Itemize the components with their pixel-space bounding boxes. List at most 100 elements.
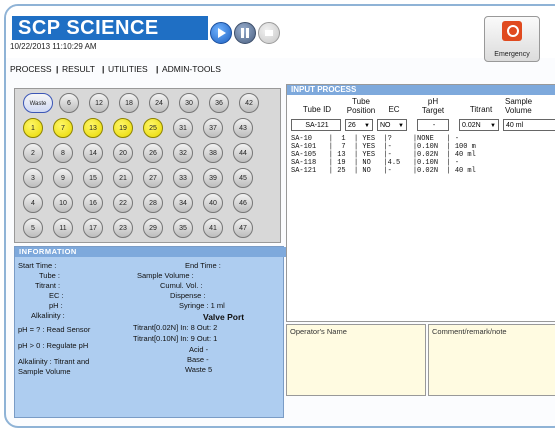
tube-7[interactable]: 7 [53,118,73,138]
tube-25[interactable]: 25 [143,118,163,138]
ec-select[interactable]: NO ▼ [377,119,407,131]
tube-2[interactable]: 2 [23,143,43,163]
info-alk-line2: Sample Volume [18,367,71,376]
titrant-select[interactable]: 0.02N ▼ [459,119,499,131]
tube-1[interactable]: 1 [23,118,43,138]
tube-10[interactable]: 10 [53,193,73,213]
list-item[interactable]: SA-101 | 7 | YES |- |0.10N | 100 m [291,143,476,151]
list-item[interactable]: SA-118 | 19 | NO |4.5 |0.10N | - [291,159,459,167]
tube-21[interactable]: 21 [113,168,133,188]
operator-name-field[interactable]: Operator's Name [286,324,426,396]
list-item[interactable]: SA-121 | 25 | NO |- |0.02N | 40 ml [291,167,476,175]
info-titrant-002: Titrant[0.02N] In: 8 Out: 2 [133,323,218,332]
tube-rack: Waste 6 12 18 24 30 36 42 1 7 13 19 25 31 37 43 2 8 14 20 2… [14,88,281,243]
tube-8[interactable]: 8 [53,143,73,163]
col-titrant: Titrant [461,105,501,114]
info-titrant-010: Titrant[0.10N] In: 9 Out: 1 [133,334,218,343]
menu-process[interactable]: PROCESS [10,64,52,74]
tube-13[interactable]: 13 [83,118,103,138]
tube-45[interactable]: 45 [233,168,253,188]
info-ph-read: pH = ? : Read Sensor [18,325,91,334]
stop-button[interactable] [258,22,280,44]
tube-26[interactable]: 26 [143,143,163,163]
tube-31[interactable]: 31 [173,118,193,138]
list-item[interactable]: SA-10 | 1 | YES |? |NONE | - [291,135,459,143]
tube-6[interactable]: 6 [59,93,79,113]
tube-28[interactable]: 28 [143,193,163,213]
tube-4[interactable]: 4 [23,193,43,213]
tube-33[interactable]: 33 [173,168,193,188]
tube-23[interactable]: 23 [113,218,133,238]
tube-42[interactable]: 42 [239,93,259,113]
tube-17[interactable]: 17 [83,218,103,238]
tube-34[interactable]: 34 [173,193,193,213]
info-base: Base - [187,355,209,364]
tube-19[interactable]: 19 [113,118,133,138]
tube-40[interactable]: 40 [203,193,223,213]
chevron-down-icon: ▼ [364,123,370,129]
stop-icon [265,30,273,36]
tube-27[interactable]: 27 [143,168,163,188]
tube-id-input[interactable]: SA-121 [291,119,341,131]
information-panel: INFORMATION Start Time : Tube : Titrant … [14,246,287,418]
app-window: SCP SCIENCE 10/22/2013 11:10:29 AM Emerg… [4,4,555,428]
tube-46[interactable]: 46 [233,193,253,213]
position-select[interactable]: 26 ▼ [345,119,373,131]
tube-32[interactable]: 32 [173,143,193,163]
info-alk-line1: Alkalinity : Titrant and [18,357,90,366]
tube-36[interactable]: 36 [209,93,229,113]
pause-button[interactable] [234,22,256,44]
tube-9[interactable]: 9 [53,168,73,188]
info-waste: Waste 5 [185,365,213,374]
menu-separator: | [102,64,105,74]
info-valve-port: Valve Port [203,312,245,322]
col-ec: EC [379,105,409,114]
ph-target-input[interactable]: - [417,119,449,131]
input-process-panel: INPUT PROCESS Tube ID Tube Position EC pH… [286,84,555,322]
waste-tube[interactable]: Waste [23,93,53,113]
tube-43[interactable]: 43 [233,118,253,138]
tube-22[interactable]: 22 [113,193,133,213]
play-button[interactable] [210,22,232,44]
process-list[interactable]: SA-10 | 1 | YES |? |NONE | - SA-101 | 7 … [291,135,476,315]
emergency-button[interactable]: Emergency [484,16,540,62]
list-item[interactable]: SA-105 | 13 | YES |- |0.02N | 40 ml [291,151,476,159]
tube-24[interactable]: 24 [149,93,169,113]
tube-39[interactable]: 39 [203,168,223,188]
info-ph-regulate: pH > 0 : Regulate pH [18,341,89,350]
information-title: INFORMATION [15,247,287,257]
tube-11[interactable]: 11 [53,218,73,238]
col-tube-position: Tube Position [341,97,381,115]
tube-18[interactable]: 18 [119,93,139,113]
chevron-down-icon: ▼ [490,123,496,129]
sample-volume-input[interactable]: 40 ml [503,119,555,131]
tube-47[interactable]: 47 [233,218,253,238]
menu-admin-tools[interactable]: ADMIN-TOOLS [162,64,221,74]
tube-38[interactable]: 38 [203,143,223,163]
tube-41[interactable]: 41 [203,218,223,238]
comment-field[interactable]: Comment/remark/note [428,324,555,396]
tube-35[interactable]: 35 [173,218,193,238]
tube-29[interactable]: 29 [143,218,163,238]
tube-44[interactable]: 44 [233,143,253,163]
datetime: 10/22/2013 11:10:29 AM [10,42,97,51]
header-titrant: Titrant [469,105,493,114]
menu-utilities[interactable]: UTILITIES [108,64,148,74]
info-end-time: End Time : [185,261,221,270]
tube-14[interactable]: 14 [83,143,103,163]
header-ph-target-1: pH [427,97,439,106]
info-syringe: Syringe : 1 ml [179,301,225,310]
tube-12[interactable]: 12 [89,93,109,113]
tube-16[interactable]: 16 [83,193,103,213]
tube-3[interactable]: 3 [23,168,43,188]
tube-37[interactable]: 37 [203,118,223,138]
app-logo: SCP SCIENCE [12,16,208,40]
tube-30[interactable]: 30 [179,93,199,113]
tube-15[interactable]: 15 [83,168,103,188]
tube-20[interactable]: 20 [113,143,133,163]
ec-value: NO [380,122,391,129]
header-sample-volume-2: Volume [505,106,532,115]
menu-result[interactable]: RESULT [62,64,95,74]
info-cumul-vol: Cumul. Vol. : [160,281,203,290]
tube-5[interactable]: 5 [23,218,43,238]
